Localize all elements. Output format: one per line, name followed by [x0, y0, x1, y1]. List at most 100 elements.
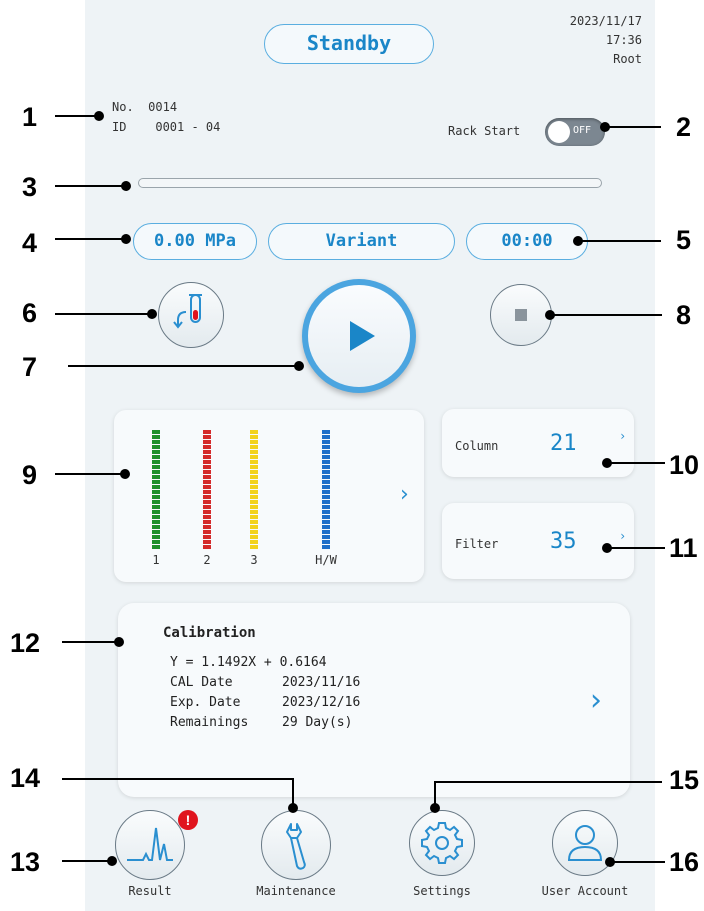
- reagent-level-segment: [322, 525, 330, 529]
- result-label: Result: [128, 884, 172, 898]
- leader-dot: [121, 234, 131, 244]
- callout-9: 9: [22, 460, 38, 490]
- leader-line: [55, 185, 125, 187]
- calibration-chevron-icon: ›: [590, 683, 602, 718]
- reagent-level-segment: [322, 435, 330, 439]
- leader-dot: [107, 856, 117, 866]
- sample-load-button[interactable]: [158, 282, 224, 348]
- reagent-level-segment: [152, 485, 160, 489]
- reagent-label: H/W: [315, 553, 337, 567]
- maintenance-button[interactable]: [261, 810, 331, 880]
- reagent-level-segment: [322, 475, 330, 479]
- reagent-level-segment: [152, 520, 160, 524]
- sample-no-label: No.: [112, 100, 134, 114]
- reagent-level-segment: [322, 450, 330, 454]
- callout-7: 7: [22, 352, 38, 382]
- reagent-level-segment: [152, 510, 160, 514]
- reagent-level-segment: [250, 500, 258, 504]
- reagent-level-segment: [152, 545, 160, 549]
- toggle-knob: [548, 121, 570, 143]
- column-label: Column: [455, 439, 499, 453]
- reagent-level-segment: [322, 505, 330, 509]
- chromatogram-icon: [127, 827, 173, 861]
- leader-line: [607, 462, 665, 464]
- reagent-level-segment: [250, 430, 258, 434]
- reagent-level-segment: [152, 480, 160, 484]
- reagent-level-segment: [322, 445, 330, 449]
- reagent-level-segment: [322, 540, 330, 544]
- reagent-level-segment: [203, 450, 211, 454]
- callout-5: 5: [676, 225, 692, 255]
- reagent-level-segment: [250, 545, 258, 549]
- reagent-level-segment: [152, 515, 160, 519]
- reagent-level-segment: [322, 460, 330, 464]
- stop-button[interactable]: [490, 284, 552, 346]
- leader-dot: [94, 111, 104, 121]
- leader-dot: [430, 803, 440, 813]
- reagent-level-segment: [203, 440, 211, 444]
- rack-start-toggle[interactable]: OFF: [545, 118, 605, 146]
- reagent-level-segment: [203, 515, 211, 519]
- reagent-level-segment: [152, 540, 160, 544]
- reagent-level-segment: [152, 430, 160, 434]
- reagent-level-segment: [250, 490, 258, 494]
- reagent-level-segment: [203, 465, 211, 469]
- reagent-level-segment: [250, 475, 258, 479]
- reagent-level-bar: [250, 428, 258, 550]
- start-button[interactable]: [302, 279, 416, 393]
- reagent-level-segment: [322, 485, 330, 489]
- reagent-level-segment: [152, 495, 160, 499]
- reagent-level-segment: [203, 510, 211, 514]
- maintenance-label: Maintenance: [256, 884, 336, 898]
- reagent-level-segment: [152, 445, 160, 449]
- leader-line: [292, 778, 294, 806]
- mode-display[interactable]: Variant: [268, 223, 455, 260]
- reagent-level-segment: [203, 485, 211, 489]
- reagent-level-segment: [203, 545, 211, 549]
- reagent-label: 1: [152, 553, 160, 567]
- reagent-level-segment: [322, 495, 330, 499]
- reagent-level-segment: [152, 525, 160, 529]
- reagent-level-segment: [152, 500, 160, 504]
- filter-chevron-icon: ›: [619, 529, 627, 543]
- callout-1: 1: [22, 102, 38, 132]
- reagent-level-segment: [322, 470, 330, 474]
- reagent-level-segment: [203, 500, 211, 504]
- status-pill: Standby: [264, 24, 434, 64]
- leader-line: [62, 778, 294, 780]
- reagent-level-segment: [152, 475, 160, 479]
- filter-card[interactable]: Filter 35 ›: [442, 503, 634, 579]
- stop-icon: [515, 309, 527, 321]
- calibration-equation: Y = 1.1492X + 0.6164: [170, 655, 327, 670]
- leader-dot: [573, 236, 583, 246]
- reagent-level-segment: [203, 435, 211, 439]
- reagent-level-segment: [250, 450, 258, 454]
- reagent-level-segment: [152, 440, 160, 444]
- leader-dot: [605, 857, 615, 867]
- toggle-text: OFF: [573, 125, 592, 136]
- callout-3: 3: [22, 172, 38, 202]
- reagent-level-segment: [322, 430, 330, 434]
- user-account-label: User Account: [541, 884, 629, 898]
- cal-date-label: CAL Date: [170, 675, 233, 690]
- leader-line: [55, 473, 125, 475]
- calibration-title: Calibration: [163, 625, 256, 641]
- calibration-card[interactable]: Calibration Y = 1.1492X + 0.6164 CAL Dat…: [118, 603, 630, 797]
- reagent-level-segment: [203, 505, 211, 509]
- reagent-card[interactable]: 1 2 3 H/W ›: [114, 410, 424, 582]
- settings-button[interactable]: [409, 810, 475, 876]
- sample-id-label: ID: [112, 120, 127, 134]
- result-button[interactable]: [115, 810, 185, 880]
- leader-dot: [602, 543, 612, 553]
- timer-display: 00:00: [466, 223, 588, 260]
- leader-line: [55, 313, 150, 315]
- remainings-label: Remainings: [170, 715, 249, 730]
- reagent-level-segment: [322, 500, 330, 504]
- column-value: 21: [550, 431, 577, 456]
- reagent-level-segment: [152, 465, 160, 469]
- reagent-label: 2: [203, 553, 211, 567]
- reagent-level-segment: [203, 530, 211, 534]
- reagent-label: 3: [250, 553, 258, 567]
- reagent-level-segment: [322, 515, 330, 519]
- reagent-level-segment: [152, 435, 160, 439]
